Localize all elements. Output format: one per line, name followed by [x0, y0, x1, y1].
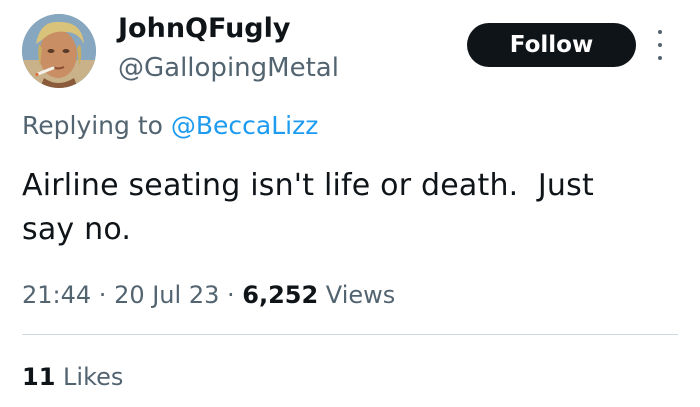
user-avatar-photo-icon: [22, 14, 96, 88]
avatar[interactable]: [22, 14, 96, 88]
tweet-date[interactable]: 20 Jul 23: [114, 281, 219, 309]
tweet-text: Airline seating isn't life or death. Jus…: [22, 168, 594, 247]
likes-link[interactable]: 11 Likes: [22, 359, 123, 395]
author-handle[interactable]: @GallopingMetal: [118, 50, 339, 86]
views-count: 6,252: [242, 281, 319, 309]
tweet-meta: 21:44 · 20 Jul 23 · 6,252 Views: [22, 277, 395, 313]
likes-count: 11: [22, 363, 56, 391]
more-dot: [658, 30, 662, 34]
follow-button[interactable]: Follow: [467, 23, 636, 67]
more-dot: [658, 56, 662, 60]
reply-mention-link[interactable]: @BeccaLizz: [171, 111, 318, 140]
views-label: Views: [318, 281, 396, 309]
divider: [22, 334, 678, 335]
author-display-name[interactable]: JohnQFugly: [118, 11, 291, 47]
meta-separator: ·: [219, 281, 243, 309]
likes-label: Likes: [55, 363, 124, 391]
replying-to-label: Replying to: [22, 111, 171, 140]
tweet-time[interactable]: 21:44: [22, 281, 91, 309]
meta-separator: ·: [91, 281, 115, 309]
replying-to-line: Replying to @BeccaLizz: [22, 108, 318, 144]
more-vertical-icon[interactable]: [653, 30, 667, 60]
more-dot: [658, 43, 662, 47]
